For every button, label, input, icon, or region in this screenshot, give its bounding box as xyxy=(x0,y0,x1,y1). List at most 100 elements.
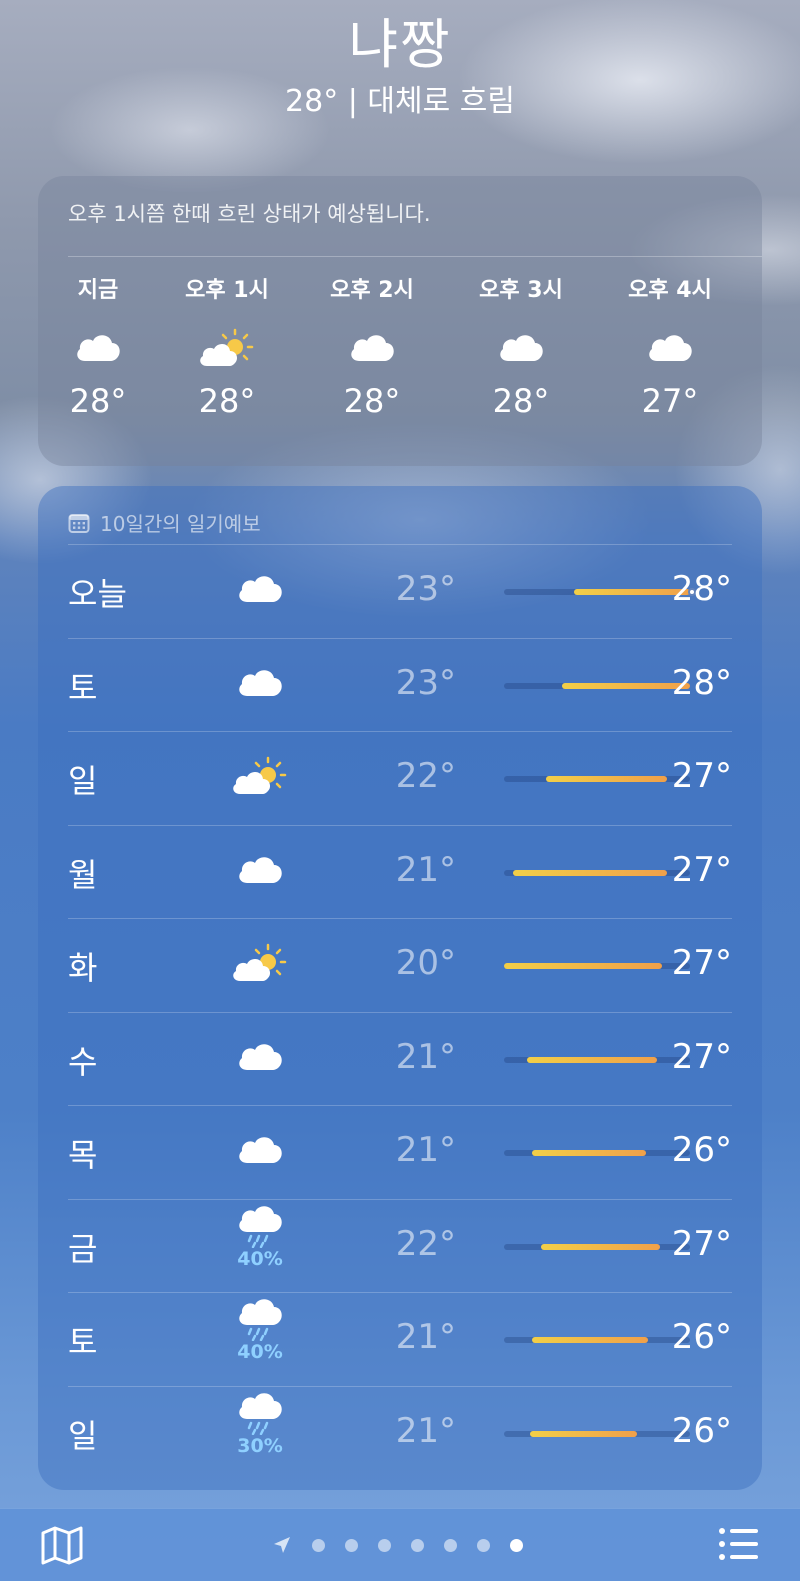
low-temp: 21° xyxy=(395,849,456,890)
cloud-icon xyxy=(235,1133,285,1171)
hourly-item: 오후 2시 28° xyxy=(307,274,437,420)
day-row[interactable]: 목 21° 26° xyxy=(68,1106,732,1200)
temp-range-fill xyxy=(541,1243,660,1250)
page-dot[interactable] xyxy=(345,1538,358,1552)
temp-range-fill xyxy=(527,1056,658,1063)
temp-range-fill xyxy=(504,963,663,969)
hour-temp: 28° xyxy=(198,382,256,420)
bottom-toolbar xyxy=(0,1508,800,1581)
temp-range-fill xyxy=(529,1430,637,1437)
rain-icon xyxy=(235,1392,285,1439)
day-name: 화 xyxy=(68,949,98,987)
day-row[interactable]: 오늘 23° 28° xyxy=(68,545,732,639)
temp-range-fill xyxy=(513,869,667,876)
hourly-item: 오후 3시 28° xyxy=(456,274,586,420)
high-temp: 26° xyxy=(671,1130,732,1170)
partly-sunny-icon xyxy=(230,941,290,989)
cloud-icon xyxy=(235,1040,285,1078)
day-row[interactable]: 수 21° 27° xyxy=(68,1013,732,1107)
partly-sunny-icon xyxy=(162,322,292,374)
day-weather xyxy=(230,748,290,808)
cloud-icon xyxy=(33,322,163,374)
hour-temp: 28° xyxy=(343,382,401,420)
high-temp: 27° xyxy=(671,1036,732,1077)
low-temp: 21° xyxy=(395,1317,456,1357)
low-temp: 23° xyxy=(395,662,456,703)
hour-label: 오후 3시 xyxy=(479,278,563,303)
page-dot[interactable] xyxy=(510,1538,523,1552)
high-temp: 28° xyxy=(671,662,732,703)
temp-range-fill xyxy=(545,776,667,782)
temp-range-fill xyxy=(531,1337,649,1343)
high-temp: 27° xyxy=(671,1223,732,1264)
day-row[interactable]: 일 30% 21° 26° xyxy=(68,1387,732,1481)
day-row[interactable]: 일 22° 27° xyxy=(68,732,732,826)
high-temp: 27° xyxy=(671,943,732,983)
low-temp: 20° xyxy=(395,943,456,983)
cloud-icon xyxy=(456,322,586,374)
day-weather: 30% xyxy=(230,1392,290,1457)
day-weather xyxy=(230,935,290,995)
hour-label: 오후 2시 xyxy=(330,278,414,303)
hourly-item: 지금 28° xyxy=(33,274,163,420)
low-temp: 22° xyxy=(395,1223,456,1264)
low-temp: 23° xyxy=(395,569,456,609)
precipitation-chance: 30% xyxy=(237,1434,283,1457)
divider xyxy=(68,256,762,257)
day-row[interactable]: 화 20° 27° xyxy=(68,919,732,1013)
day-weather xyxy=(230,1029,290,1089)
cloud-icon xyxy=(307,322,437,374)
daily-forecast-card[interactable]: 10일간의 일기예보 오늘 23° 28° 토 23° 28° 일 22° 27° 월 21° 27°… xyxy=(38,486,762,1490)
day-name: 오늘 xyxy=(68,575,127,613)
calendar-icon xyxy=(68,513,90,533)
page-dot[interactable] xyxy=(411,1538,424,1552)
low-temp: 21° xyxy=(395,1130,456,1170)
page-dot[interactable] xyxy=(444,1538,457,1552)
day-name: 토 xyxy=(68,668,98,707)
hour-label: 오후 4시 xyxy=(628,278,712,303)
high-temp: 26° xyxy=(671,1410,732,1451)
hourly-forecast-card[interactable]: 오후 1시쯤 한때 흐린 상태가 예상됩니다. 지금 28° 오후 1시 28° 오후 … xyxy=(38,176,762,466)
low-temp: 21° xyxy=(395,1036,456,1077)
day-name: 목 xyxy=(68,1136,98,1174)
day-name: 토 xyxy=(68,1323,98,1361)
temp-range-fill xyxy=(531,1150,646,1156)
location-header: 냐짱 28° | 대체로 흐림 xyxy=(0,10,800,124)
map-button[interactable] xyxy=(40,1525,84,1569)
hour-label: 오후 1시 xyxy=(185,278,269,303)
day-weather: 40% xyxy=(230,1299,290,1363)
hourly-item: 오후 4시 27° xyxy=(605,274,735,420)
daily-header-label: 10일간의 일기예보 xyxy=(100,512,261,536)
day-name: 금 xyxy=(68,1229,98,1268)
low-temp: 22° xyxy=(395,756,456,796)
map-icon xyxy=(41,1526,83,1565)
high-temp: 26° xyxy=(671,1317,732,1357)
rain-icon xyxy=(235,1299,285,1345)
day-row[interactable]: 금 40% 22° 27° xyxy=(68,1200,732,1294)
cloud-icon xyxy=(235,572,285,610)
hour-label: 지금 xyxy=(77,278,119,303)
current-conditions: 28° | 대체로 흐림 xyxy=(285,84,515,119)
hour-temp: 28° xyxy=(69,382,127,420)
day-weather: 40% xyxy=(230,1205,290,1270)
cloud-icon xyxy=(605,322,735,374)
page-dot[interactable] xyxy=(378,1538,391,1552)
high-temp: 28° xyxy=(671,569,732,609)
page-dot[interactable] xyxy=(477,1538,490,1552)
day-row[interactable]: 토 23° 28° xyxy=(68,639,732,733)
precipitation-chance: 40% xyxy=(237,1341,283,1363)
day-weather xyxy=(230,842,290,902)
cloud-icon xyxy=(235,666,285,704)
day-row[interactable]: 월 21° 27° xyxy=(68,826,732,920)
city-list-button[interactable] xyxy=(718,1527,760,1565)
day-row[interactable]: 토 40% 21° 26° xyxy=(68,1293,732,1387)
hourly-summary: 오후 1시쯤 한때 흐린 상태가 예상됩니다. xyxy=(68,202,431,226)
high-temp: 27° xyxy=(671,849,732,890)
location-arrow-icon xyxy=(274,1537,290,1553)
hourly-item: 오후 1시 28° xyxy=(162,274,292,420)
page-dot[interactable] xyxy=(312,1538,325,1552)
page-indicator[interactable] xyxy=(272,1535,543,1555)
precipitation-chance: 40% xyxy=(237,1247,283,1270)
hour-temp: 27° xyxy=(641,382,699,420)
city-name: 냐짱 xyxy=(348,13,452,76)
